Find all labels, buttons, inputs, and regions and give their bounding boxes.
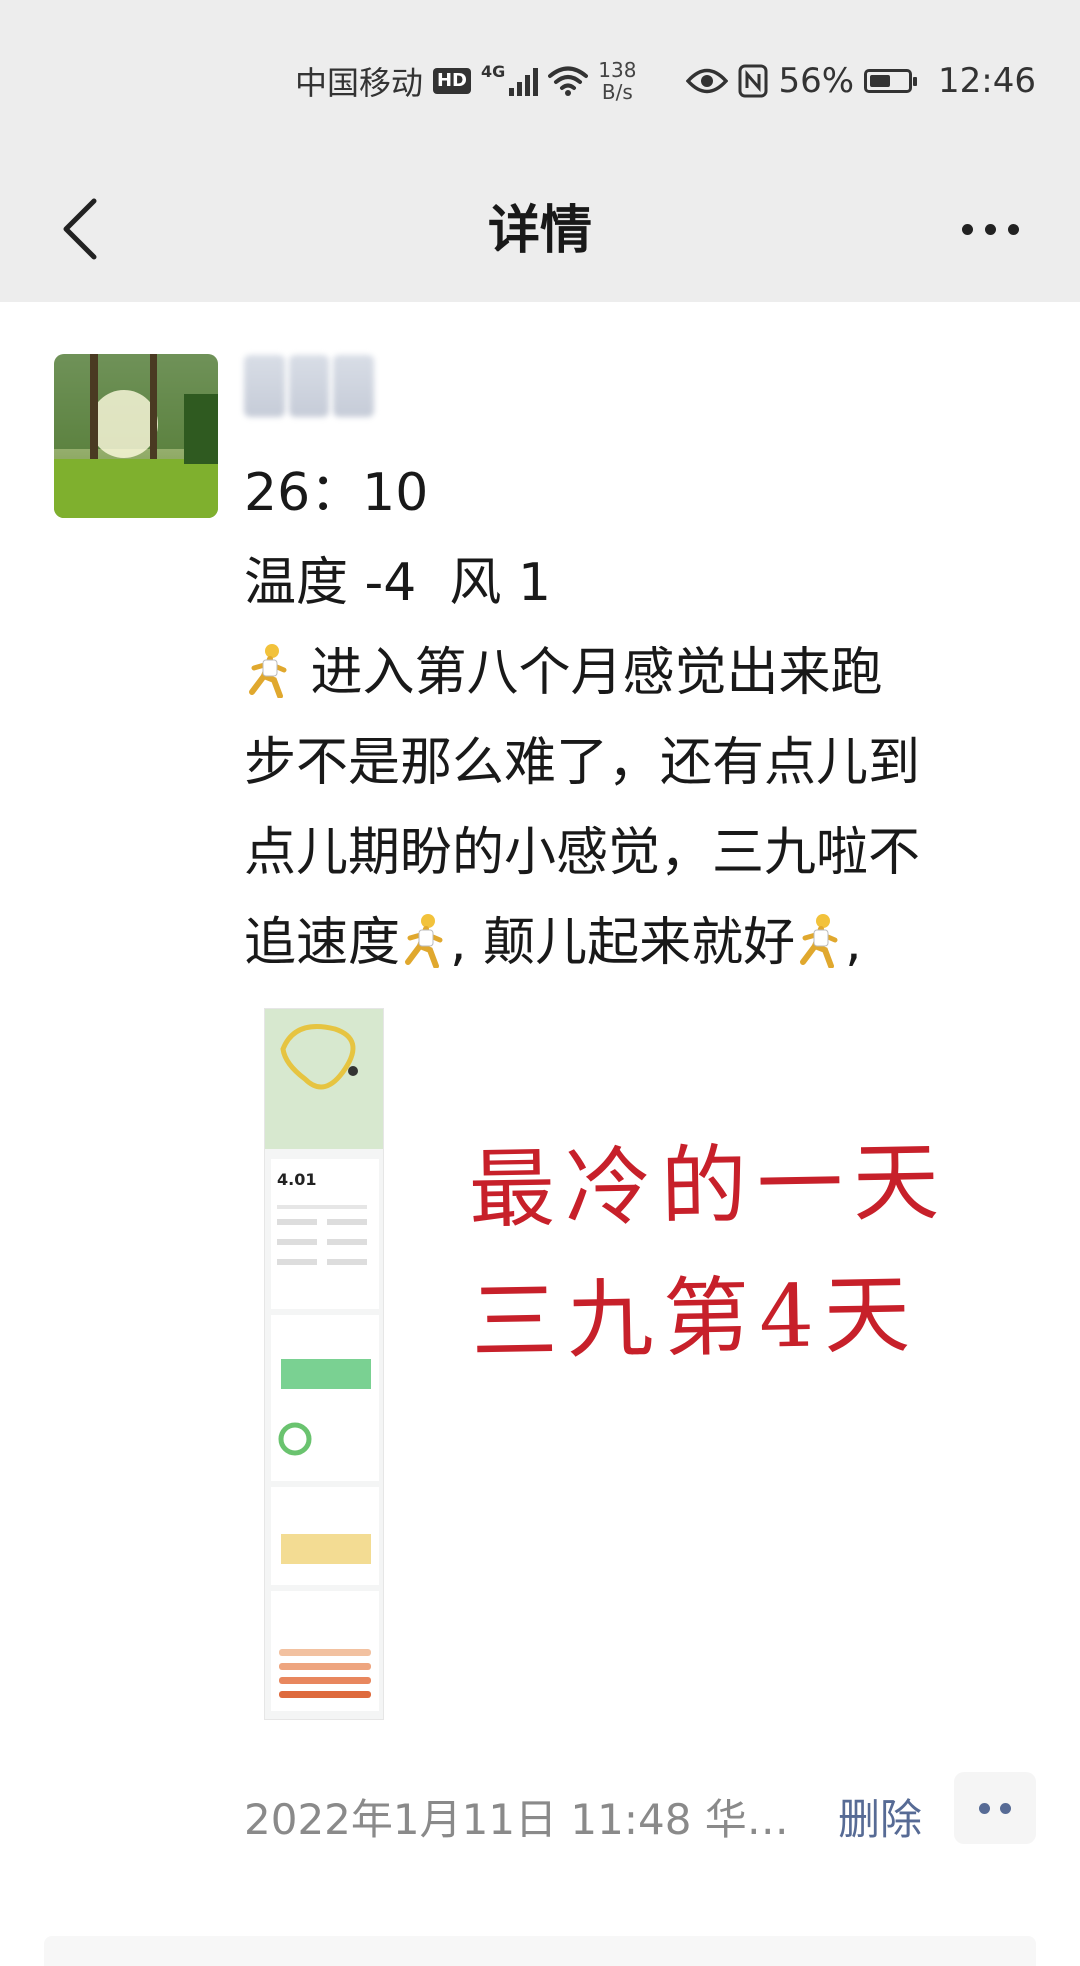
- post-line: 步不是那么难了，还有点儿到: [244, 733, 921, 793]
- post-line-with-emoji: 进入第八个月感觉出来跑: [244, 628, 1044, 718]
- post-line-text: ,: [845, 913, 862, 973]
- eye-icon: [686, 68, 729, 94]
- post-line-text: 追速度: [244, 913, 401, 973]
- carrier-name: 中国移动: [294, 64, 423, 102]
- post-line-with-emoji: 追速度 , 颠儿起来就好,: [244, 898, 1044, 988]
- status-indicators: 中国移动 HD 4G 138 B/s 56% 12:46: [295, 46, 1036, 116]
- caption-line-1: 最冷的一天: [468, 1132, 950, 1241]
- signal-icon: [509, 66, 539, 96]
- runner-emoji-icon: [405, 914, 443, 968]
- runner-emoji-icon: [800, 914, 838, 968]
- post-line: 温度 -4 风 1: [244, 553, 552, 613]
- more-options-button[interactable]: [940, 194, 1040, 264]
- like-comment-button[interactable]: [954, 1772, 1036, 1844]
- running-app-screenshot: 4.01: [265, 1009, 383, 1711]
- post-line-text: , 颠儿起来就好: [450, 913, 796, 973]
- avatar[interactable]: [54, 354, 218, 518]
- status-bar: 中国移动 HD 4G 138 B/s 56% 12:46: [0, 0, 1080, 160]
- avatar-image: [54, 354, 218, 518]
- nfc-icon: [738, 64, 768, 98]
- post-line-text: 进入第八个月感觉出来跑: [294, 643, 883, 703]
- battery-icon: [864, 69, 918, 93]
- caption-line-2: 三九第4天: [470, 1264, 921, 1373]
- hd-badge: HD: [432, 68, 471, 94]
- runner-emoji-icon: [249, 644, 287, 698]
- wifi-icon: [548, 66, 589, 96]
- clock: 12:46: [938, 61, 1036, 101]
- post-meta: 2022年1月11日 11:48 华… 删除: [244, 1772, 1044, 1856]
- post-image-running-stats[interactable]: 4.01: [264, 1008, 384, 1720]
- delete-link[interactable]: 删除: [838, 1786, 922, 1847]
- network-type: 4G: [480, 61, 506, 81]
- speed-unit: B/s: [601, 80, 633, 104]
- post-timestamp: 2022年1月11日 11:48 华…: [244, 1794, 789, 1844]
- page-title: 详情: [487, 201, 592, 261]
- author-name-blurred[interactable]: [244, 355, 375, 417]
- network-speed: 138 B/s: [598, 59, 636, 103]
- post-line: 点儿期盼的小感觉，三九啦不: [244, 823, 921, 883]
- handwritten-caption: 最冷的一天 三九第4天: [468, 1115, 1013, 1388]
- comment-area: [44, 1936, 1036, 1966]
- post-line: 26：10: [244, 463, 429, 523]
- nav-bar: 详情: [0, 160, 1080, 302]
- post-text: 26：10 温度 -4 风 1 进入第八个月感觉出来跑 步不是那么难了，还有点儿…: [244, 448, 1044, 988]
- thumb-distance: 4.01: [277, 1170, 316, 1189]
- battery-percent: 56%: [778, 61, 855, 101]
- speed-value: 138: [598, 58, 637, 82]
